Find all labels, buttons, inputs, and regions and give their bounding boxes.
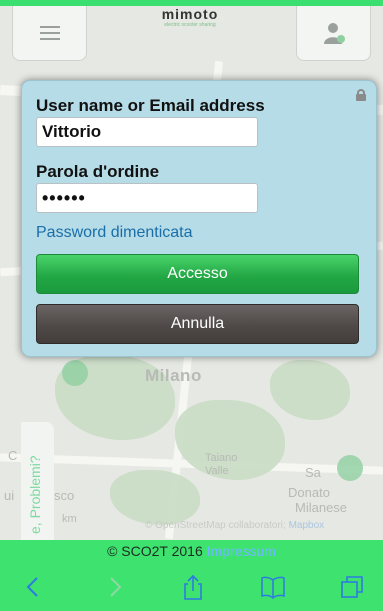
password-input[interactable]: •••••• <box>36 183 258 213</box>
map-park <box>270 360 350 420</box>
problems-tab[interactable]: e, Problemi? <box>21 422 54 540</box>
share-button[interactable] <box>178 572 208 602</box>
map-label-san: Sa <box>305 465 321 480</box>
map-label-donato: Donato <box>288 485 330 500</box>
map-label-sco: sco <box>54 488 75 503</box>
user-button[interactable] <box>296 6 371 61</box>
login-button[interactable]: Accesso <box>36 254 359 294</box>
bookmarks-icon <box>261 576 285 600</box>
scooter-marker-icon[interactable] <box>337 455 363 481</box>
logo-subtitle: electric scooter sharing <box>164 22 216 28</box>
back-button[interactable] <box>18 572 48 602</box>
map-label-milanese: Milanese <box>295 500 348 515</box>
lock-icon <box>356 89 366 101</box>
scooter-marker-icon[interactable] <box>62 360 88 386</box>
cancel-button[interactable]: Annulla <box>36 304 359 344</box>
username-label: User name or Email address <box>36 96 265 115</box>
impressum-link[interactable]: Impressum <box>207 543 276 559</box>
copyright-text: © SCO2T 2016 <box>107 543 203 559</box>
mapbox-link[interactable]: Mapbox <box>289 520 325 531</box>
username-input[interactable]: Vittorio <box>36 117 258 147</box>
password-label: Parola d'ordine <box>36 162 160 181</box>
share-icon <box>184 574 202 600</box>
forgot-password-link[interactable]: Password dimenticata <box>36 224 193 242</box>
login-dialog: User name or Email address Vittorio Paro… <box>21 80 377 357</box>
forward-button[interactable] <box>100 572 130 602</box>
problems-tab-label: e, Problemi? <box>27 455 43 534</box>
map-attribution: © OpenStreetMap collaboratori; Mapbox <box>145 520 324 531</box>
map-label-milano: Milano <box>145 366 202 385</box>
logo-text: mimoto <box>161 6 219 22</box>
footer: © SCO2T 2016 Impressum <box>0 540 383 562</box>
user-icon <box>323 23 345 44</box>
logo: mimoto electric scooter sharing <box>125 6 255 38</box>
menu-button[interactable] <box>12 6 87 61</box>
hamburger-icon <box>39 26 60 40</box>
attribution-text: © OpenStreetMap collaboratori; <box>145 520 286 531</box>
forward-icon <box>110 577 122 597</box>
bookmarks-button[interactable] <box>258 572 288 602</box>
tabs-button[interactable] <box>337 572 367 602</box>
map-label-taiano: Taiano <box>205 452 238 464</box>
map-label-c: C <box>8 448 18 463</box>
map-park <box>110 470 200 525</box>
browser-toolbar <box>0 562 383 611</box>
map-label-valle: Valle <box>205 465 229 477</box>
map-label-ui: ui <box>4 488 15 503</box>
back-icon <box>26 577 38 597</box>
map-scale-label: km <box>62 513 77 525</box>
tabs-icon <box>341 576 363 598</box>
